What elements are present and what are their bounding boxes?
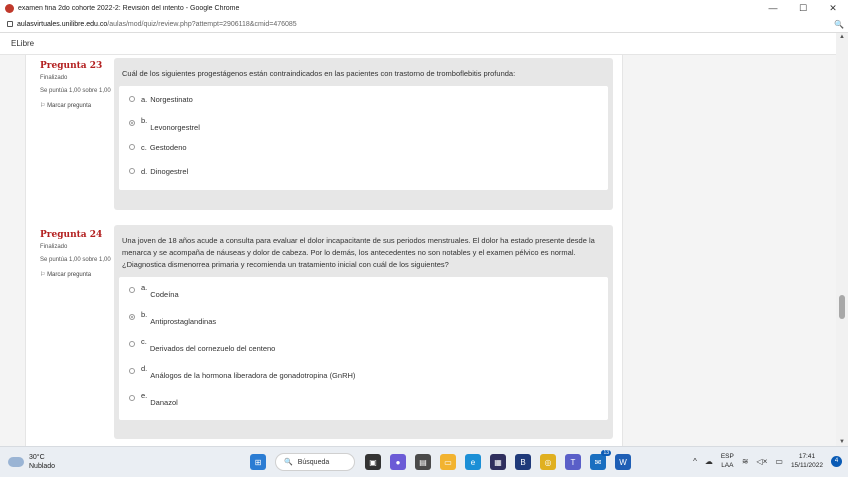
- minimize-button[interactable]: —: [758, 0, 788, 16]
- windows-start-icon[interactable]: ⊞: [250, 454, 266, 470]
- question-status: Finalizado: [40, 244, 68, 250]
- language-indicator[interactable]: ESP LAA: [721, 452, 734, 470]
- question-grade: Se puntúa 1,00 sobre 1,00: [40, 257, 111, 263]
- mail-badge: 13: [601, 450, 611, 456]
- search-icon: 🔍: [284, 459, 293, 466]
- clock[interactable]: 17:41 15/11/2022: [791, 452, 823, 470]
- vertical-scrollbar[interactable]: ▲ ▼: [836, 33, 848, 446]
- answer-list: a. Codeína b. Antiprostaglandinas c. Deriva…: [119, 277, 608, 420]
- radio-button[interactable]: [129, 341, 135, 347]
- chrome-icon[interactable]: ◎: [540, 454, 556, 470]
- maximize-button[interactable]: ☐: [788, 0, 818, 16]
- address-bar[interactable]: aulasvirtuales.unilibre.edu.co/aulas/mod…: [0, 16, 848, 32]
- lock-icon: [7, 21, 13, 27]
- task-view-icon[interactable]: ▣: [365, 454, 381, 470]
- url-text[interactable]: aulasvirtuales.unilibre.edu.co/aulas/mod…: [17, 21, 834, 28]
- notification-badge[interactable]: 4: [831, 455, 842, 467]
- radio-button-selected[interactable]: [129, 120, 135, 126]
- cloud-icon: [8, 457, 24, 467]
- weather-widget[interactable]: 30°C Nublado: [8, 453, 55, 471]
- site-header: ELibre: [0, 33, 848, 55]
- battery-icon[interactable]: ▭: [775, 457, 783, 466]
- weather-temp: 30°C: [29, 454, 45, 461]
- radio-button[interactable]: [129, 395, 135, 401]
- answer-option[interactable]: e. Danazol: [129, 389, 598, 416]
- scroll-thumb[interactable]: [839, 295, 845, 319]
- question-text: Una joven de 18 años acude a consulta pa…: [122, 236, 595, 269]
- window-title: examen fina 2do cohorte 2022-2: Revisión…: [18, 4, 240, 12]
- answer-option[interactable]: b. Antiprostaglandinas: [129, 308, 598, 335]
- edge-icon[interactable]: e: [465, 454, 481, 470]
- quiz-content: Pregunta 23 Finalizado Se puntúa 1,00 so…: [25, 55, 623, 446]
- answer-option[interactable]: a. Codeína: [129, 281, 598, 308]
- question-number: Pregunta 23: [40, 61, 103, 71]
- question-box: Una joven de 18 años acude a consulta pa…: [114, 225, 613, 439]
- windows-taskbar: 30°C Nublado ⊞ 🔍 Búsqueda ▣ ● ▤ ▭ e ▦ B ◎…: [0, 446, 848, 477]
- answer-option[interactable]: b. Levonorgestrel: [129, 114, 598, 138]
- close-button[interactable]: ✕: [818, 0, 848, 16]
- question-info: Pregunta 24 Finalizado Se puntúa 1,00 so…: [40, 230, 120, 278]
- word-icon[interactable]: W: [615, 454, 631, 470]
- answer-option[interactable]: c. Derivados del cornezuelo del centeno: [129, 335, 598, 362]
- answer-option[interactable]: d. Dinogestrel: [129, 162, 598, 186]
- file-explorer-icon[interactable]: ▭: [440, 454, 456, 470]
- app-icon[interactable]: ▤: [415, 454, 431, 470]
- radio-button[interactable]: [129, 96, 135, 102]
- flag-question-link[interactable]: ⚐ Marcar pregunta: [40, 102, 120, 109]
- teams-icon[interactable]: T: [565, 454, 581, 470]
- search-icon[interactable]: 🔍: [834, 20, 848, 29]
- wifi-icon[interactable]: ≋: [742, 457, 749, 466]
- question-grade: Se puntúa 1,00 sobre 1,00: [40, 88, 111, 94]
- scroll-up-icon[interactable]: ▲: [839, 34, 845, 40]
- weather-desc: Nublado: [29, 463, 56, 470]
- volume-icon[interactable]: ◁×: [757, 457, 768, 466]
- store-icon[interactable]: ▦: [490, 454, 506, 470]
- site-name[interactable]: ELibre: [11, 39, 34, 48]
- radio-button[interactable]: [129, 168, 135, 174]
- window-titlebar: examen fina 2do cohorte 2022-2: Revisión…: [0, 0, 848, 16]
- chrome-favicon-icon: [5, 3, 14, 13]
- flag-icon: ⚐: [40, 272, 46, 278]
- answer-option[interactable]: d. Análogos de la hormona liberadora de g…: [129, 362, 598, 389]
- question-number: Pregunta 24: [40, 230, 103, 240]
- answer-list: a. Norgestinato b. Levonorgestrel c. Gestod…: [119, 86, 608, 190]
- chat-icon[interactable]: ●: [390, 454, 406, 470]
- radio-button[interactable]: [129, 287, 135, 293]
- question-text: Cuál de los siguientes progestágenos est…: [122, 69, 516, 78]
- radio-button-selected[interactable]: [129, 314, 135, 320]
- taskbar-search[interactable]: 🔍 Búsqueda: [275, 453, 355, 471]
- radio-button[interactable]: [129, 144, 135, 150]
- question-status: Finalizado: [40, 75, 68, 81]
- mail-icon[interactable]: ✉ 13: [590, 450, 611, 470]
- page-area: Pregunta 23 Finalizado Se puntúa 1,00 so…: [0, 55, 836, 446]
- question-info: Pregunta 23 Finalizado Se puntúa 1,00 so…: [40, 61, 120, 109]
- question-box: Cuál de los siguientes progestágenos est…: [114, 58, 613, 210]
- answer-option[interactable]: a. Norgestinato: [129, 90, 598, 114]
- system-tray: ^ ☁ ESP LAA ≋ ◁× ▭ 17:41 15/11/2022 4: [693, 452, 842, 470]
- scroll-down-icon[interactable]: ▼: [839, 439, 845, 445]
- answer-option[interactable]: c. Gestodeno: [129, 138, 598, 162]
- flag-question-link[interactable]: ⚐ Marcar pregunta: [40, 271, 120, 278]
- b-app-icon[interactable]: B: [515, 454, 531, 470]
- cloud-sync-icon[interactable]: ☁: [705, 457, 713, 466]
- radio-button[interactable]: [129, 368, 135, 374]
- chevron-up-icon[interactable]: ^: [693, 457, 697, 466]
- flag-icon: ⚐: [40, 103, 46, 109]
